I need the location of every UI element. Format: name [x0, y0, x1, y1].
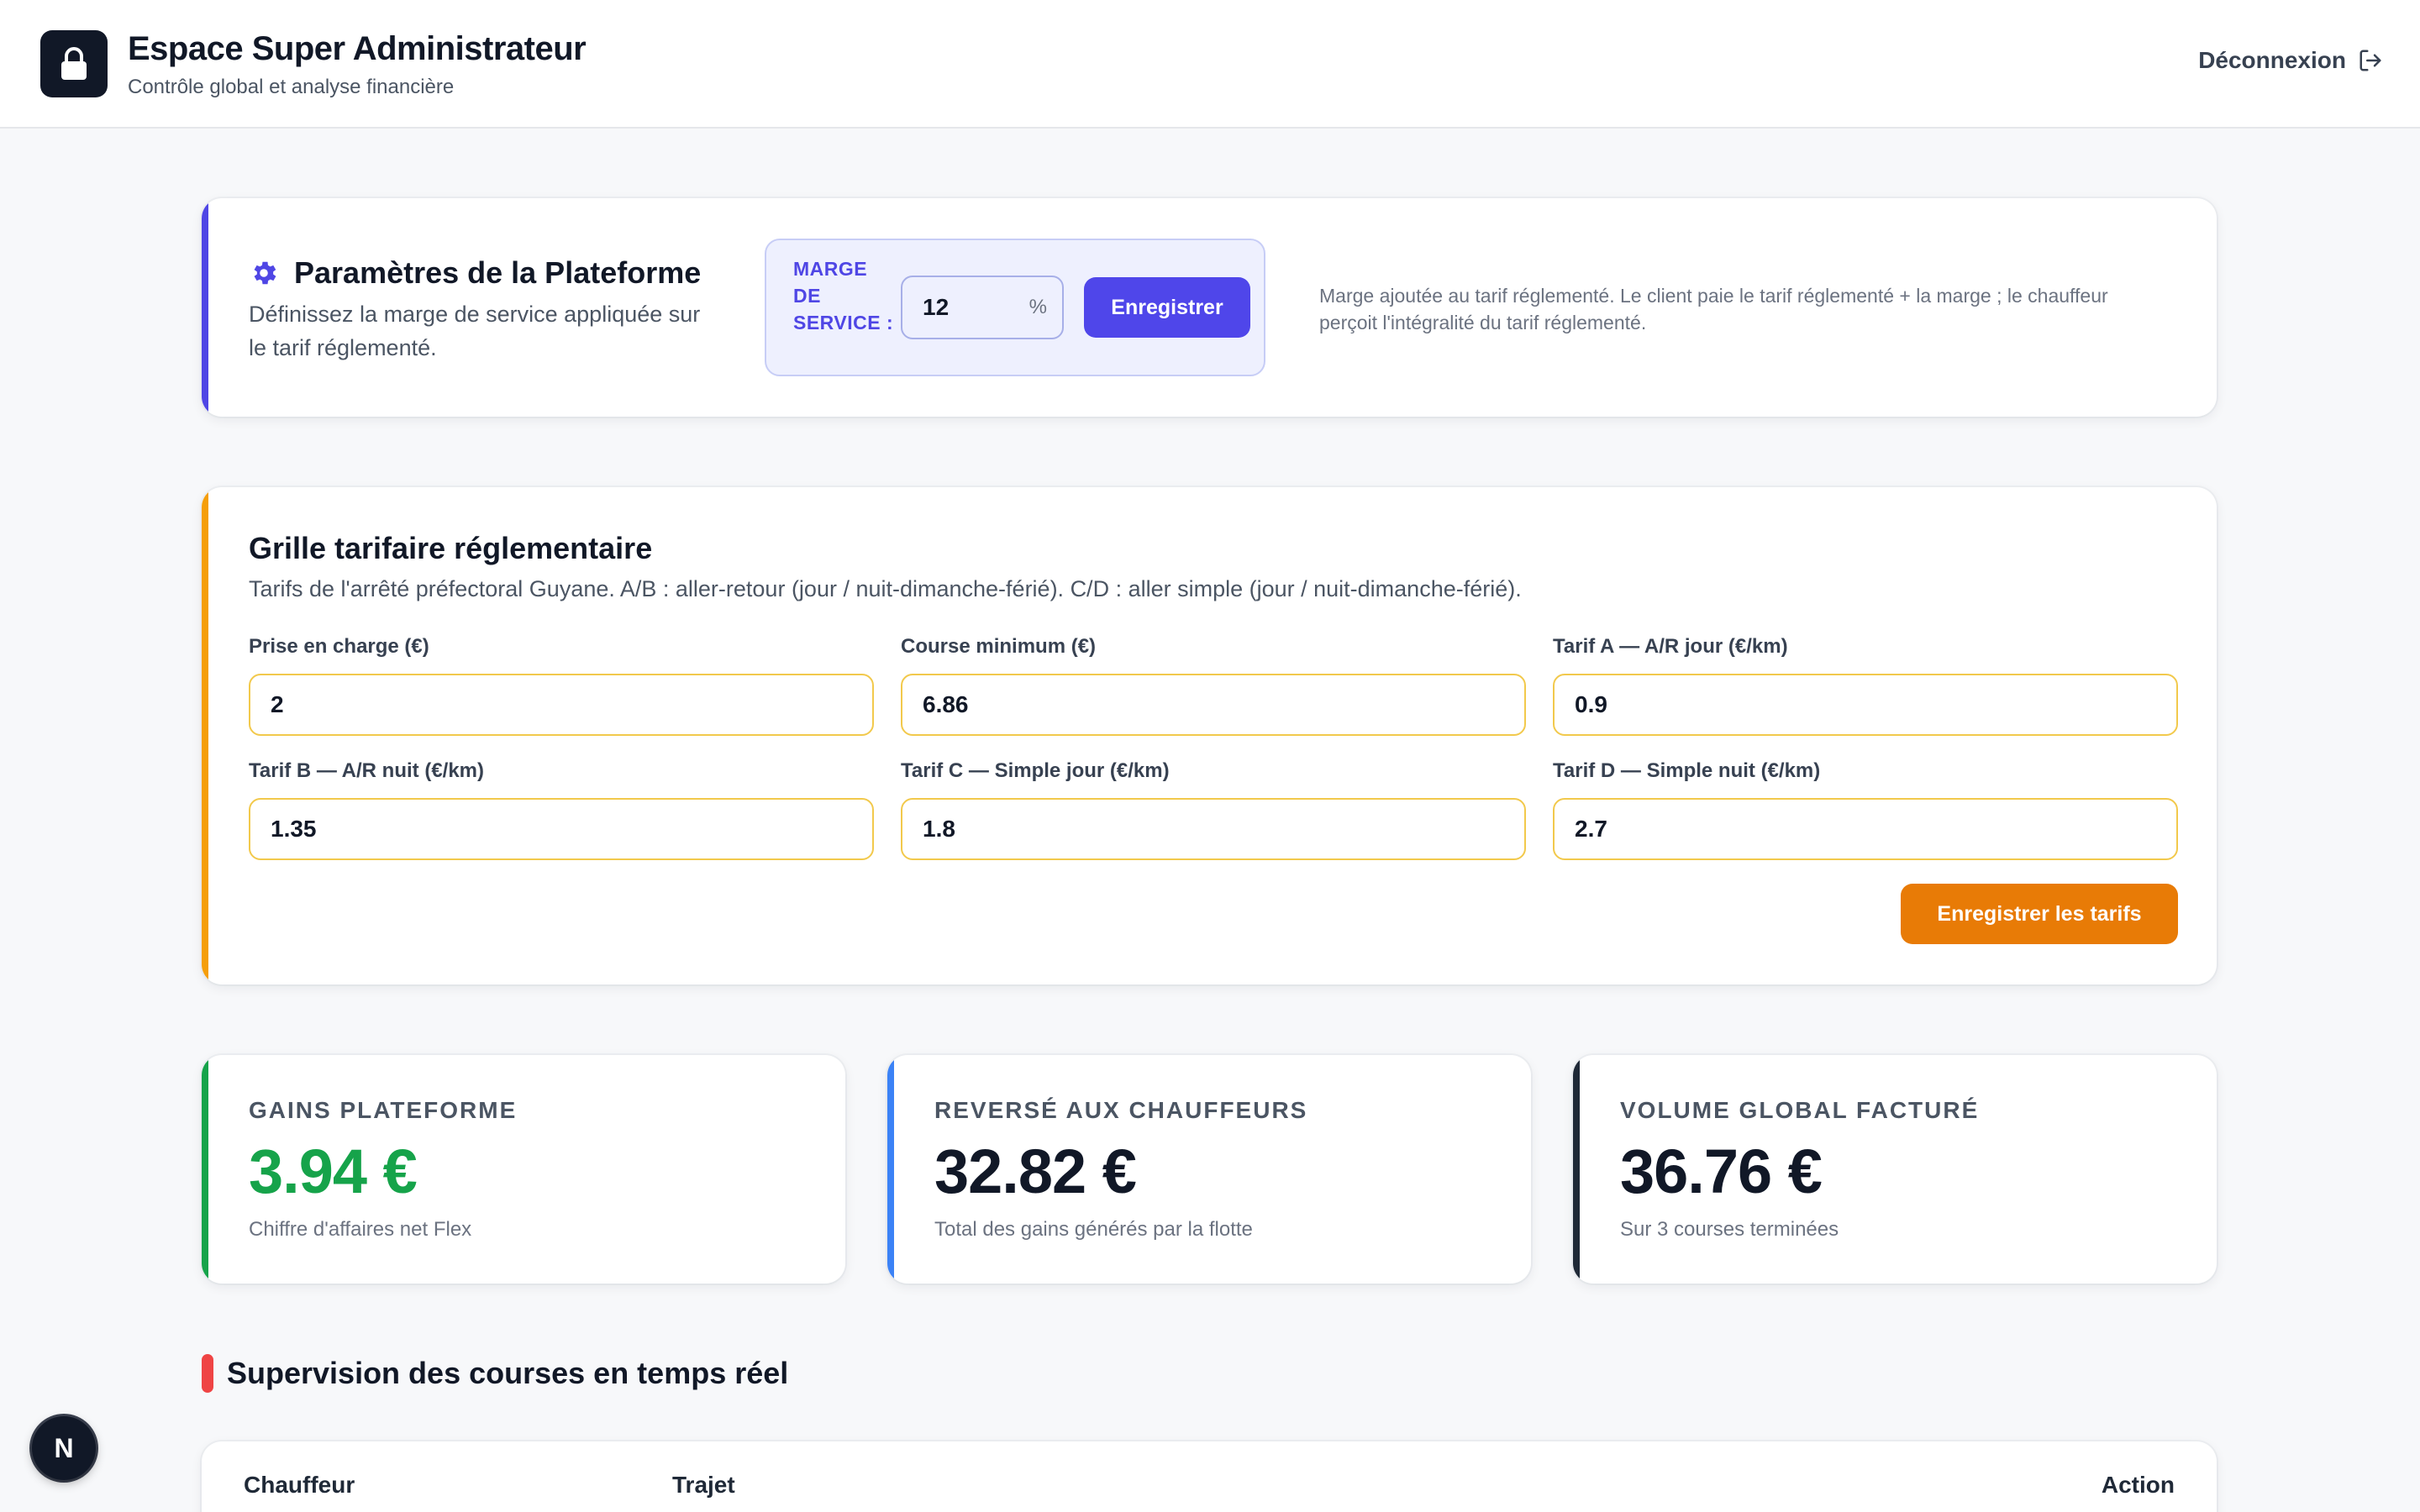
field-tarif-b: Tarif B — A/R nuit (€/km)	[249, 759, 874, 860]
lock-icon	[40, 30, 108, 97]
stat-card-global-volume: Volume global facturé 36.76 € Sur 3 cour…	[1573, 1055, 2217, 1284]
field-label: Tarif C — Simple jour (€/km)	[901, 759, 1170, 782]
logout-icon	[2360, 50, 2381, 71]
tarif-d-input[interactable]	[1553, 798, 2178, 860]
field-tarif-d: Tarif D — Simple nuit (€/km)	[1553, 759, 2178, 860]
stat-label: Gains plateforme	[249, 1097, 518, 1123]
dev-tools-badge-label: N	[54, 1432, 74, 1463]
top-header: Espace Super Administrateur Contrôle glo…	[0, 0, 2420, 129]
stat-card-driver-payouts: Reversé aux chauffeurs 32.82 € Total des…	[887, 1055, 1531, 1284]
service-margin-panel: Marge de service : % Enregistrer	[765, 239, 1265, 376]
logout-button[interactable]: Déconnexion	[2198, 47, 2383, 74]
field-label: Tarif B — A/R nuit (€/km)	[249, 759, 485, 782]
column-header-action[interactable]: Action	[2102, 1472, 2175, 1499]
supervision-heading: Supervision des courses en temps réel	[202, 1354, 788, 1393]
course-minimum-input[interactable]	[901, 674, 1526, 736]
platform-settings-description: Définissez la marge de service appliquée…	[249, 302, 701, 360]
stat-value: 3.94 €	[249, 1137, 418, 1206]
field-course-minimum: Course minimum (€)	[901, 635, 1526, 736]
stat-value: 32.82 €	[934, 1137, 1137, 1206]
stat-subtext: Sur 3 courses terminées	[1620, 1218, 1839, 1241]
platform-settings-card: Paramètres de la Plateforme Définissez l…	[202, 198, 2217, 417]
prise-en-charge-input[interactable]	[249, 674, 874, 736]
rides-table: Chauffeur Trajet Action	[202, 1441, 2217, 1512]
section-accent-bar	[202, 1354, 213, 1393]
tarif-c-input[interactable]	[901, 798, 1526, 860]
service-margin-input[interactable]	[902, 277, 1020, 338]
column-header-chauffeur[interactable]: Chauffeur	[244, 1472, 355, 1499]
field-label: Tarif A — A/R jour (€/km)	[1553, 635, 1788, 658]
gear-icon	[254, 261, 276, 285]
stat-label: Reversé aux chauffeurs	[934, 1097, 1308, 1123]
dev-tools-badge[interactable]: N	[32, 1416, 96, 1480]
stat-card-platform-gains: Gains plateforme 3.94 € Chiffre d'affair…	[202, 1055, 845, 1284]
tarif-a-input[interactable]	[1553, 674, 2178, 736]
platform-settings-title-text: Paramètres de la Plateforme	[294, 255, 702, 290]
tariff-grid-title: Grille tarifaire réglementaire	[249, 531, 653, 565]
stat-subtext: Total des gains générés par la flotte	[934, 1218, 1253, 1241]
column-header-trajet[interactable]: Trajet	[672, 1472, 735, 1499]
stat-label: Volume global facturé	[1620, 1097, 1980, 1123]
service-margin-field[interactable]: %	[901, 276, 1064, 339]
field-label: Tarif D — Simple nuit (€/km)	[1553, 759, 1821, 782]
field-tarif-a: Tarif A — A/R jour (€/km)	[1553, 635, 2178, 736]
field-label: Prise en charge (€)	[249, 635, 429, 658]
logout-label: Déconnexion	[2198, 47, 2346, 73]
field-label: Course minimum (€)	[901, 635, 1097, 658]
margin-help-text: Marge ajoutée au tarif réglementé. Le cl…	[1319, 285, 2108, 333]
tariff-grid-card: Grille tarifaire réglementaire Tarifs de…	[202, 487, 2217, 984]
page-title: Espace Super Administrateur	[128, 30, 587, 67]
field-tarif-c: Tarif C — Simple jour (€/km)	[901, 759, 1526, 860]
save-tariffs-button[interactable]: Enregistrer les tarifs	[1901, 884, 2178, 944]
save-margin-button[interactable]: Enregistrer	[1084, 277, 1250, 338]
tariff-grid-description: Tarifs de l'arrêté préfectoral Guyane. A…	[249, 576, 1522, 601]
page-subtitle: Contrôle global et analyse financière	[128, 76, 455, 98]
platform-settings-title: Paramètres de la Plateforme	[249, 255, 701, 291]
supervision-title: Supervision des courses en temps réel	[227, 1356, 789, 1390]
tarif-b-input[interactable]	[249, 798, 874, 860]
stat-subtext: Chiffre d'affaires net Flex	[249, 1218, 472, 1241]
percent-unit: %	[1028, 296, 1047, 318]
field-prise-en-charge: Prise en charge (€)	[249, 635, 874, 736]
stat-value: 36.76 €	[1620, 1137, 1823, 1206]
service-margin-label: Marge de service :	[793, 258, 894, 333]
